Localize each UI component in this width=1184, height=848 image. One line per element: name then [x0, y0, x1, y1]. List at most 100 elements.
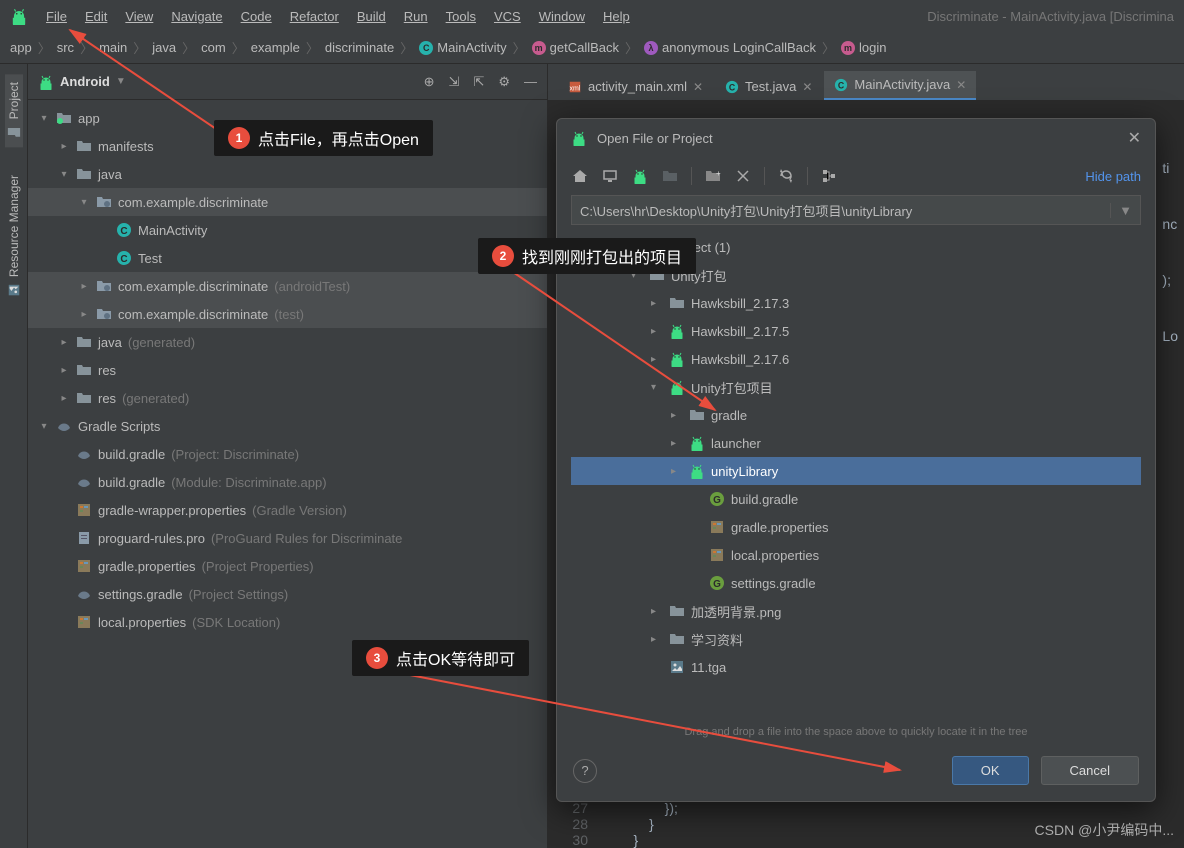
module-icon[interactable] [661, 167, 679, 185]
crumb-com[interactable]: com [201, 40, 226, 55]
close-tab-icon[interactable]: ✕ [802, 80, 812, 94]
expand-arrow-icon[interactable]: ▸ [651, 326, 663, 337]
hide-icon[interactable]: — [524, 74, 537, 90]
collapse-icon[interactable]: ⇱ [473, 74, 484, 90]
dtree-node[interactable]: build.gradle [571, 485, 1141, 513]
crumb-example[interactable]: example [251, 40, 300, 55]
menu-build[interactable]: Build [349, 5, 394, 28]
expand-arrow-icon[interactable]: ▸ [78, 309, 90, 320]
crumb-main[interactable]: main [99, 40, 127, 55]
crumb-login[interactable]: mlogin [841, 40, 886, 55]
dtree-node[interactable]: ▸Hawksbill_2.17.5 [571, 317, 1141, 345]
tree-node[interactable]: build.gradle (Project: Discriminate) [28, 440, 547, 468]
editor-tab[interactable]: activity_main.xml✕ [558, 73, 713, 100]
dtree-node[interactable]: ▸Hawksbill_2.17.6 [571, 345, 1141, 373]
menu-vcs[interactable]: VCS [486, 5, 529, 28]
tree-node[interactable]: MainActivity [28, 216, 547, 244]
ok-button[interactable]: OK [952, 756, 1029, 785]
menu-run[interactable]: Run [396, 5, 436, 28]
dtree-node[interactable]: ▸launcher [571, 429, 1141, 457]
dtree-node[interactable]: ▸Hawksbill_2.17.3 [571, 289, 1141, 317]
dtree-node[interactable]: ▸加透明背景.png [571, 597, 1141, 625]
dtree-node[interactable]: ▸学习资料 [571, 625, 1141, 653]
editor-tab[interactable]: MainActivity.java✕ [824, 71, 976, 100]
home-icon[interactable] [571, 167, 589, 185]
expand-arrow-icon[interactable]: ▸ [671, 410, 683, 421]
expand-arrow-icon[interactable]: ▾ [651, 382, 663, 393]
project-view-dropdown[interactable]: Android ▼ [38, 74, 126, 90]
tree-node[interactable]: ▾com.example.discriminate [28, 188, 547, 216]
show-tree-icon[interactable] [820, 167, 838, 185]
crumb-discriminate[interactable]: discriminate [325, 40, 394, 55]
editor-tab[interactable]: Test.java✕ [715, 73, 822, 100]
refresh-icon[interactable] [777, 167, 795, 185]
close-icon[interactable]: ✕ [1128, 128, 1141, 148]
crumb-getcallback[interactable]: mgetCallBack [532, 40, 619, 55]
expand-arrow-icon[interactable]: ▸ [651, 354, 663, 365]
side-tab-project[interactable]: Project [5, 74, 23, 147]
cancel-button[interactable]: Cancel [1041, 756, 1139, 785]
side-tab-resource-manager[interactable]: Resource Manager [5, 167, 23, 305]
expand-arrow-icon[interactable]: ▸ [651, 298, 663, 309]
expand-arrow-icon[interactable]: ▸ [651, 634, 663, 645]
crumb-anon[interactable]: λanonymous LoginCallBack [644, 40, 816, 55]
tree-node[interactable]: ▸com.example.discriminate (androidTest) [28, 272, 547, 300]
menu-code[interactable]: Code [233, 5, 280, 28]
tree-node[interactable]: ▾java [28, 160, 547, 188]
dtree-node[interactable]: settings.gradle [571, 569, 1141, 597]
locate-icon[interactable]: ⊕ [424, 74, 435, 90]
crumb-mainactivity[interactable]: CMainActivity [419, 40, 506, 55]
tree-node[interactable]: build.gradle (Module: Discriminate.app) [28, 468, 547, 496]
close-tab-icon[interactable]: ✕ [956, 78, 966, 92]
expand-arrow-icon[interactable]: ▸ [671, 438, 683, 449]
menu-window[interactable]: Window [531, 5, 593, 28]
crumb-app[interactable]: app [10, 40, 32, 55]
expand-arrow-icon[interactable]: ▾ [58, 169, 70, 180]
hide-path-link[interactable]: Hide path [1085, 169, 1141, 184]
dtree-node[interactable]: local.properties [571, 541, 1141, 569]
dtree-node[interactable]: ▸unityLibrary [571, 457, 1141, 485]
delete-icon[interactable] [734, 167, 752, 185]
expand-arrow-icon[interactable]: ▸ [58, 365, 70, 376]
dtree-node[interactable]: gradle.properties [571, 513, 1141, 541]
dtree-node[interactable]: ▸gradle [571, 401, 1141, 429]
menu-navigate[interactable]: Navigate [163, 5, 230, 28]
tree-node[interactable]: gradle-wrapper.properties (Gradle Versio… [28, 496, 547, 524]
menu-tools[interactable]: Tools [438, 5, 484, 28]
menu-refactor[interactable]: Refactor [282, 5, 347, 28]
expand-arrow-icon[interactable]: ▾ [38, 421, 50, 432]
expand-arrow-icon[interactable]: ▸ [671, 466, 683, 477]
menu-file[interactable]: File [38, 5, 75, 28]
new-folder-icon[interactable] [704, 167, 722, 185]
expand-arrow-icon[interactable]: ▸ [651, 606, 663, 617]
project-icon[interactable] [631, 167, 649, 185]
expand-arrow-icon[interactable]: ▸ [58, 337, 70, 348]
path-dropdown-icon[interactable]: ▼ [1110, 203, 1132, 218]
tree-node[interactable]: ▸java (generated) [28, 328, 547, 356]
expand-arrow-icon[interactable]: ▸ [58, 393, 70, 404]
expand-arrow-icon[interactable]: ▸ [58, 141, 70, 152]
tree-node[interactable]: ▸res [28, 356, 547, 384]
tree-node[interactable]: local.properties (SDK Location) [28, 608, 547, 636]
desktop-icon[interactable] [601, 167, 619, 185]
menu-edit[interactable]: Edit [77, 5, 115, 28]
help-icon[interactable]: ? [573, 759, 597, 783]
crumb-src[interactable]: src [57, 40, 74, 55]
crumb-java[interactable]: java [152, 40, 176, 55]
tree-node[interactable]: ▸res (generated) [28, 384, 547, 412]
dtree-node[interactable]: ▾Unity打包项目 [571, 373, 1141, 401]
project-tree[interactable]: ▾app▸manifests▾java▾com.example.discrimi… [28, 100, 547, 848]
tree-node[interactable]: gradle.properties (Project Properties) [28, 552, 547, 580]
menu-help[interactable]: Help [595, 5, 638, 28]
tree-node[interactable]: proguard-rules.pro (ProGuard Rules for D… [28, 524, 547, 552]
menu-view[interactable]: View [117, 5, 161, 28]
expand-icon[interactable]: ⇲ [449, 74, 460, 90]
expand-arrow-icon[interactable]: ▾ [78, 197, 90, 208]
tree-node[interactable]: settings.gradle (Project Settings) [28, 580, 547, 608]
tree-node[interactable]: ▸com.example.discriminate (test) [28, 300, 547, 328]
close-tab-icon[interactable]: ✕ [693, 80, 703, 94]
expand-arrow-icon[interactable]: ▾ [38, 113, 50, 124]
tree-node[interactable]: ▾Gradle Scripts [28, 412, 547, 440]
gear-icon[interactable]: ⚙ [498, 74, 510, 90]
tree-node[interactable]: Test [28, 244, 547, 272]
